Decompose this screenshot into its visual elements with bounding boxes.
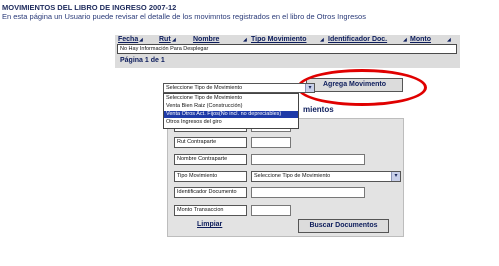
dropdown-options-list: Seleccione Tipo de Movimiento Venta Bien… [163,93,299,129]
column-header-nombre[interactable]: Nombre [193,36,219,43]
dropdown-option[interactable]: Venta Bien Raiz (Construcción) [164,103,298,110]
sort-arrow-icon: ◢ [139,37,143,43]
column-header-identificador-doc[interactable]: Identificador Doc. [328,36,387,43]
rut-input[interactable] [251,137,291,148]
annotation-circle [297,69,427,106]
nombre-label: Nombre Contraparte [174,154,247,165]
sort-arrow-icon: ◢ [320,37,324,43]
monto-input[interactable] [251,205,291,216]
tipo-label: Tipo Movimiento [174,171,247,182]
dropdown-option[interactable]: Seleccione Tipo de Movimiento [164,95,298,102]
column-header-tipo-movimiento[interactable]: Tipo Movimiento [251,36,306,43]
page-subtitle: En esta página un Usuario puede revisar … [2,12,366,21]
dropdown-selected-value: Seleccione Tipo de Movimiento [166,85,243,91]
tipo-movimiento-select[interactable]: Seleccione Tipo de Movimiento ▾ [251,171,401,182]
page-title: MOVIMIENTOS DEL LIBRO DE INGRESO 2007-12 [2,3,177,12]
form-heading: mientos [303,105,334,114]
sort-arrow-icon: ◢ [447,37,451,43]
nombre-input[interactable] [251,154,365,165]
rut-label: Rut Contraparte [174,137,247,148]
sort-arrow-icon: ◢ [172,37,176,43]
dropdown-option[interactable]: Otros Ingresos del giro [164,119,298,126]
empty-results-row: No Hay Información Para Desplegar [117,44,457,54]
column-header-rut[interactable]: Rut [159,36,171,43]
tipo-select-value: Seleccione Tipo de Movimiento [254,173,331,179]
clear-link[interactable]: Limpiar [197,221,222,228]
identificador-label: Identificador Documento [174,187,247,198]
search-documents-button[interactable]: Buscar Documentos [298,219,389,233]
identificador-input[interactable] [251,187,365,198]
sort-arrow-icon: ◢ [243,37,247,43]
chevron-down-icon[interactable]: ▾ [305,84,314,92]
pagination-label: Página 1 de 1 [120,57,165,64]
column-header-fecha[interactable]: Fecha [118,36,138,43]
sort-arrow-icon: ◢ [403,37,407,43]
chevron-down-icon[interactable]: ▾ [391,172,400,181]
monto-label: Monto Transaccion [174,205,247,216]
dropdown-option-highlighted[interactable]: Venta Otros Act. Fijos(No incl. no depre… [164,111,298,118]
movement-type-dropdown[interactable]: Seleccione Tipo de Movimiento ▾ [163,83,315,93]
column-header-monto[interactable]: Monto [410,36,431,43]
